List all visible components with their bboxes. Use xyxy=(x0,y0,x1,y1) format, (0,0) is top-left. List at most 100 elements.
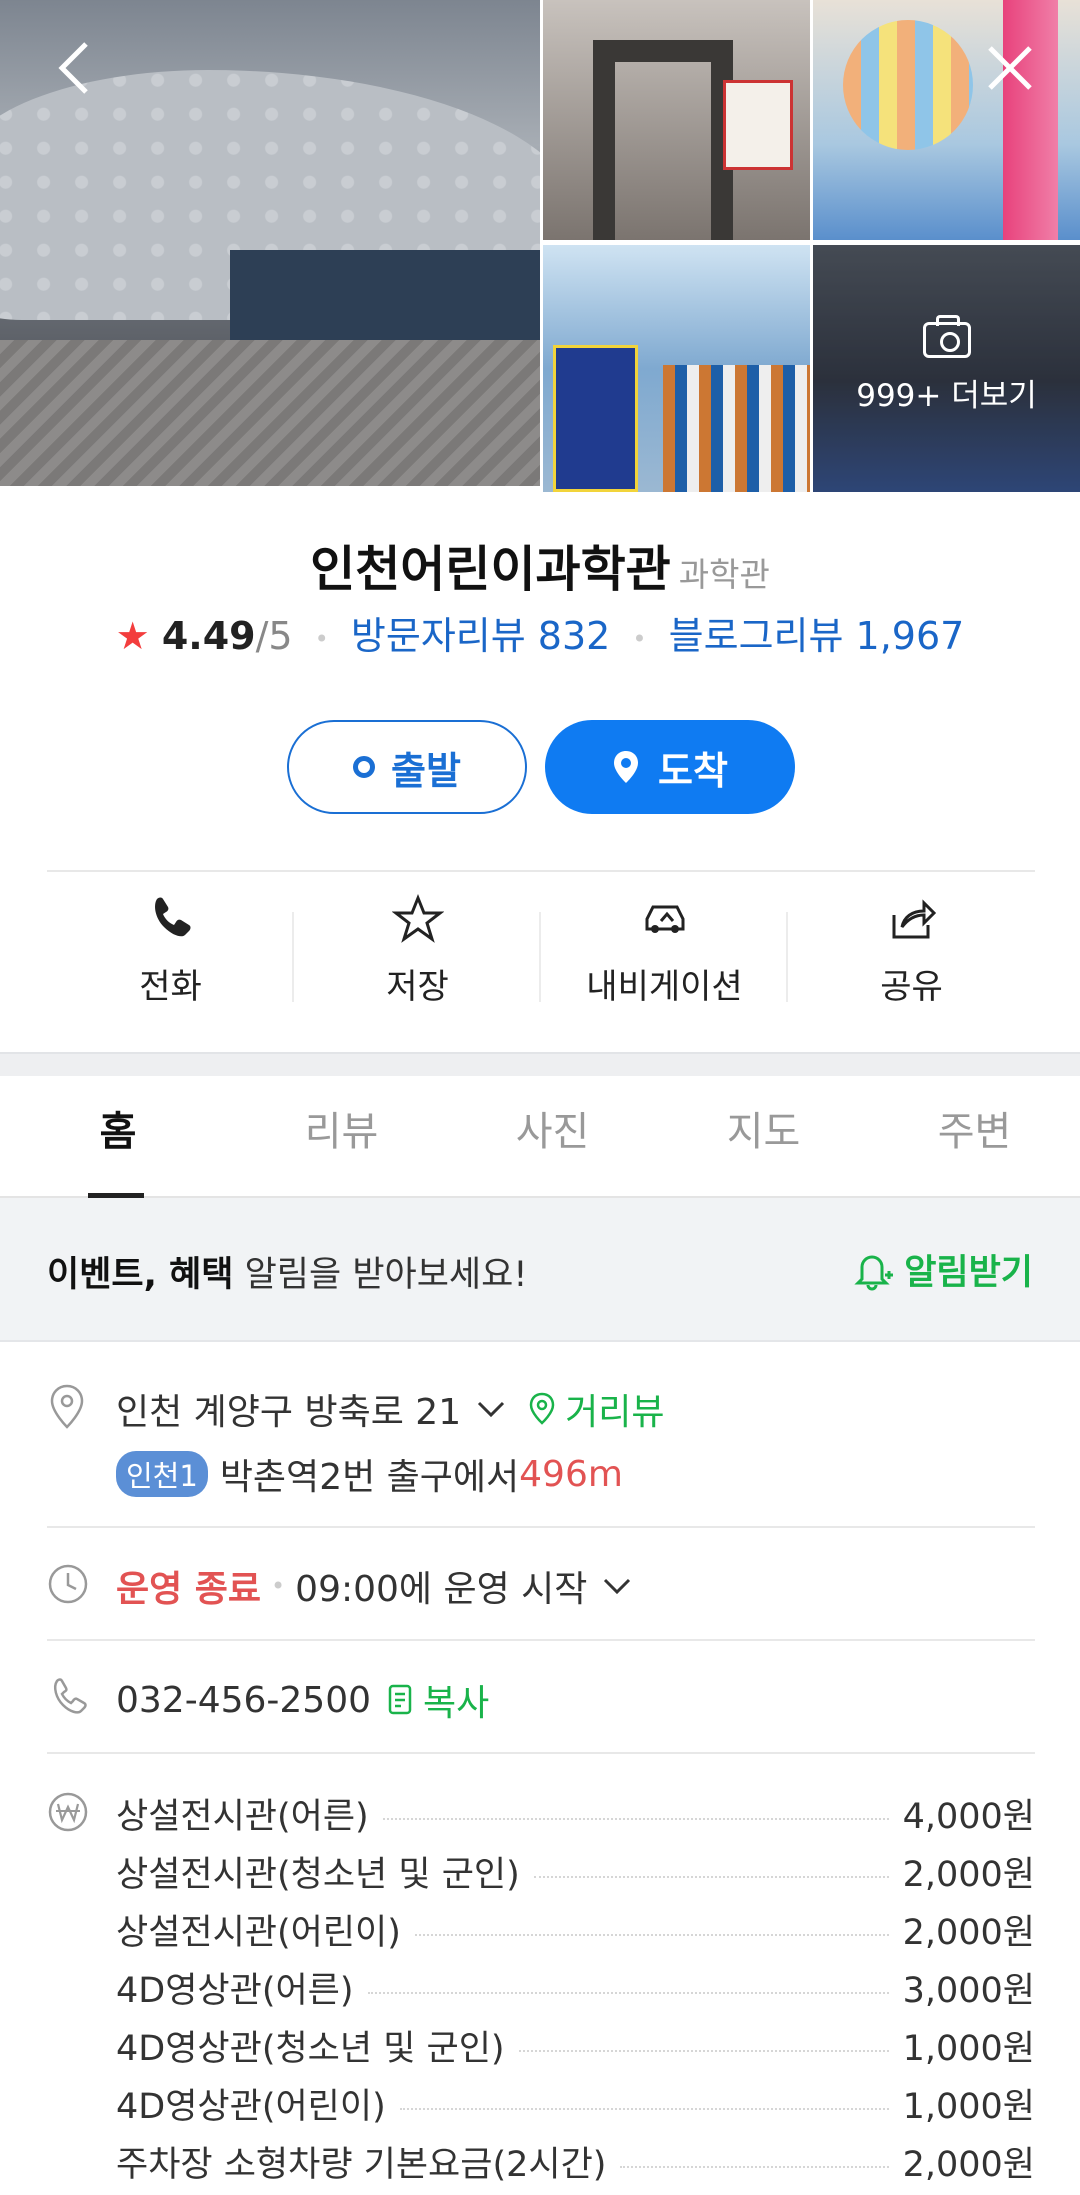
price-item: 상설전시관(청소년 및 군인) 2,000원 xyxy=(116,1842,1035,1900)
price-list: 상설전시관(어른) 4,000원 상설전시관(청소년 및 군인) 2,000원 상설… xyxy=(116,1784,1035,2190)
photo-poster xyxy=(723,80,793,170)
more-photos-button[interactable]: 999+ 더보기 xyxy=(813,245,1080,492)
divider xyxy=(47,1639,1035,1641)
close-button[interactable] xyxy=(980,38,1040,98)
camera-icon xyxy=(922,315,971,358)
close-icon xyxy=(988,46,1032,90)
hours-row[interactable]: 운영 종료 • 09:00에 운영 시작 xyxy=(116,1560,633,1612)
street-view-link[interactable]: 거리뷰 xyxy=(527,1383,664,1435)
copy-label: 복사 xyxy=(423,1683,490,1724)
depart-label: 출발 xyxy=(391,748,461,793)
phone-row: 032-456-2500 복사 xyxy=(116,1674,489,1726)
address-text[interactable]: 인천 계양구 방축로 21 xyxy=(116,1383,461,1435)
navigation-button[interactable]: 내비게이션 xyxy=(541,870,788,1030)
clock-icon xyxy=(48,1564,88,1604)
price-value: 2,000원 xyxy=(902,1854,1035,1895)
tab-map[interactable]: 지도 xyxy=(658,1076,869,1196)
share-label: 공유 xyxy=(880,966,943,1007)
leader-dots xyxy=(367,1992,889,1994)
photo-balloon xyxy=(843,20,973,150)
phone-outline-icon xyxy=(54,1678,87,1714)
chevron-down-icon[interactable] xyxy=(475,1397,507,1421)
section-gap xyxy=(0,1052,1080,1076)
arrive-label: 도착 xyxy=(658,748,728,793)
leader-dots xyxy=(620,2166,889,2168)
photo-plaza xyxy=(0,340,540,486)
place-name: 인천어린이과학관 xyxy=(310,541,671,598)
price-item: 4D영상관(청소년 및 군인) 1,000원 xyxy=(116,2016,1035,2074)
location-outline-icon xyxy=(50,1384,84,1429)
price-item: 4D영상관(어린이) 1,000원 xyxy=(116,2074,1035,2132)
tab-review[interactable]: 리뷰 xyxy=(236,1076,447,1196)
phone-number[interactable]: 032-456-2500 xyxy=(116,1680,371,1721)
share-button[interactable]: 공유 xyxy=(788,870,1035,1030)
copy-icon xyxy=(388,1684,412,1715)
photo-shelf xyxy=(663,365,810,492)
arrive-button[interactable]: 도착 xyxy=(545,720,795,814)
photo-thumbnail[interactable] xyxy=(543,0,810,240)
separator-dot: • xyxy=(314,624,329,653)
subway-row: 인천1 박촌역 2번 출구에서 496m xyxy=(116,1448,623,1500)
origin-dot-icon xyxy=(353,756,376,778)
star-icon xyxy=(391,893,444,943)
price-name: 상설전시관(어린이) xyxy=(116,1912,401,1953)
photo-pillar xyxy=(1003,0,1058,240)
notice-banner: 이벤트, 혜택 알림을 받아보세요! 알림받기 xyxy=(0,1198,1080,1342)
car-icon xyxy=(645,905,684,933)
back-button[interactable] xyxy=(48,38,108,98)
tab-bar: 홈 리뷰 사진 지도 주변 xyxy=(0,1076,1080,1198)
bell-plus-icon xyxy=(854,1255,894,1290)
notice-message: 알림을 받아보세요! xyxy=(233,1255,528,1295)
divider xyxy=(47,1752,1035,1754)
blog-review-link[interactable]: 블로그리뷰 1,967 xyxy=(669,614,965,658)
price-name: 주차장 소형차량 기본요금(2시간) xyxy=(116,2144,607,2185)
navigation-label: 내비게이션 xyxy=(586,966,743,1007)
price-name: 4D영상관(청소년 및 군인) xyxy=(116,2028,505,2069)
price-value: 3,000원 xyxy=(902,1970,1035,2011)
save-label: 저장 xyxy=(386,966,449,1007)
separator-dot: • xyxy=(271,1572,286,1600)
station-exit: 2번 출구에서 xyxy=(319,1457,520,1498)
price-value: 1,000원 xyxy=(902,2028,1035,2069)
more-photos-overlay: 999+ 더보기 xyxy=(813,245,1080,492)
won-currency-icon xyxy=(48,1792,88,1832)
leader-dots xyxy=(399,2108,889,2110)
price-name: 상설전시관(청소년 및 군인) xyxy=(116,1854,520,1895)
divider xyxy=(47,1526,1035,1528)
price-value: 1,000원 xyxy=(902,2086,1035,2127)
rating-line: ★ 4.49/5 • 방문자리뷰 832 • 블로그리뷰 1,967 xyxy=(0,605,1080,660)
call-button[interactable]: 전화 xyxy=(47,870,294,1030)
leader-dots xyxy=(414,1934,889,1936)
visitor-review-link[interactable]: 방문자리뷰 832 xyxy=(351,614,610,658)
location-pin-icon xyxy=(614,751,639,783)
photo-gate xyxy=(593,40,733,240)
price-value: 2,000원 xyxy=(902,2144,1035,2185)
open-status: 운영 종료 xyxy=(116,1569,262,1610)
price-value: 2,000원 xyxy=(902,1912,1035,1953)
photo-thumbnail[interactable] xyxy=(813,0,1080,240)
station-name: 박촌역 xyxy=(219,1457,320,1498)
price-item: 상설전시관(어린이) 2,000원 xyxy=(116,1900,1035,1958)
price-item: 주차장 소형차량 기본요금(2시간) 2,000원 xyxy=(116,2132,1035,2190)
call-label: 전화 xyxy=(139,966,202,1007)
price-name: 4D영상관(어른) xyxy=(116,1970,354,2011)
photo-thumbnail[interactable] xyxy=(543,245,810,492)
share-icon xyxy=(892,898,936,938)
tab-nearby[interactable]: 주변 xyxy=(869,1076,1080,1196)
address-row: 인천 계양구 방축로 21 거리뷰 xyxy=(116,1383,664,1435)
street-view-label: 거리뷰 xyxy=(565,1392,665,1433)
notify-label: 알림받기 xyxy=(904,1253,1033,1293)
price-value: 4,000원 xyxy=(902,1796,1035,1837)
notice-bold: 이벤트, 혜택 xyxy=(47,1255,234,1295)
phone-icon xyxy=(154,897,190,936)
notify-button[interactable]: 알림받기 xyxy=(852,1244,1033,1295)
copy-button[interactable]: 복사 xyxy=(387,1674,489,1726)
save-button[interactable]: 저장 xyxy=(294,870,541,1030)
tab-home[interactable]: 홈 xyxy=(0,1076,236,1198)
depart-button[interactable]: 출발 xyxy=(287,720,527,814)
price-item: 4D영상관(어른) 3,000원 xyxy=(116,1958,1035,2016)
subway-line-badge: 인천1 xyxy=(116,1451,208,1497)
tab-photo[interactable]: 사진 xyxy=(447,1076,658,1196)
leader-dots xyxy=(518,2050,889,2052)
station-distance: 496m xyxy=(519,1453,623,1495)
